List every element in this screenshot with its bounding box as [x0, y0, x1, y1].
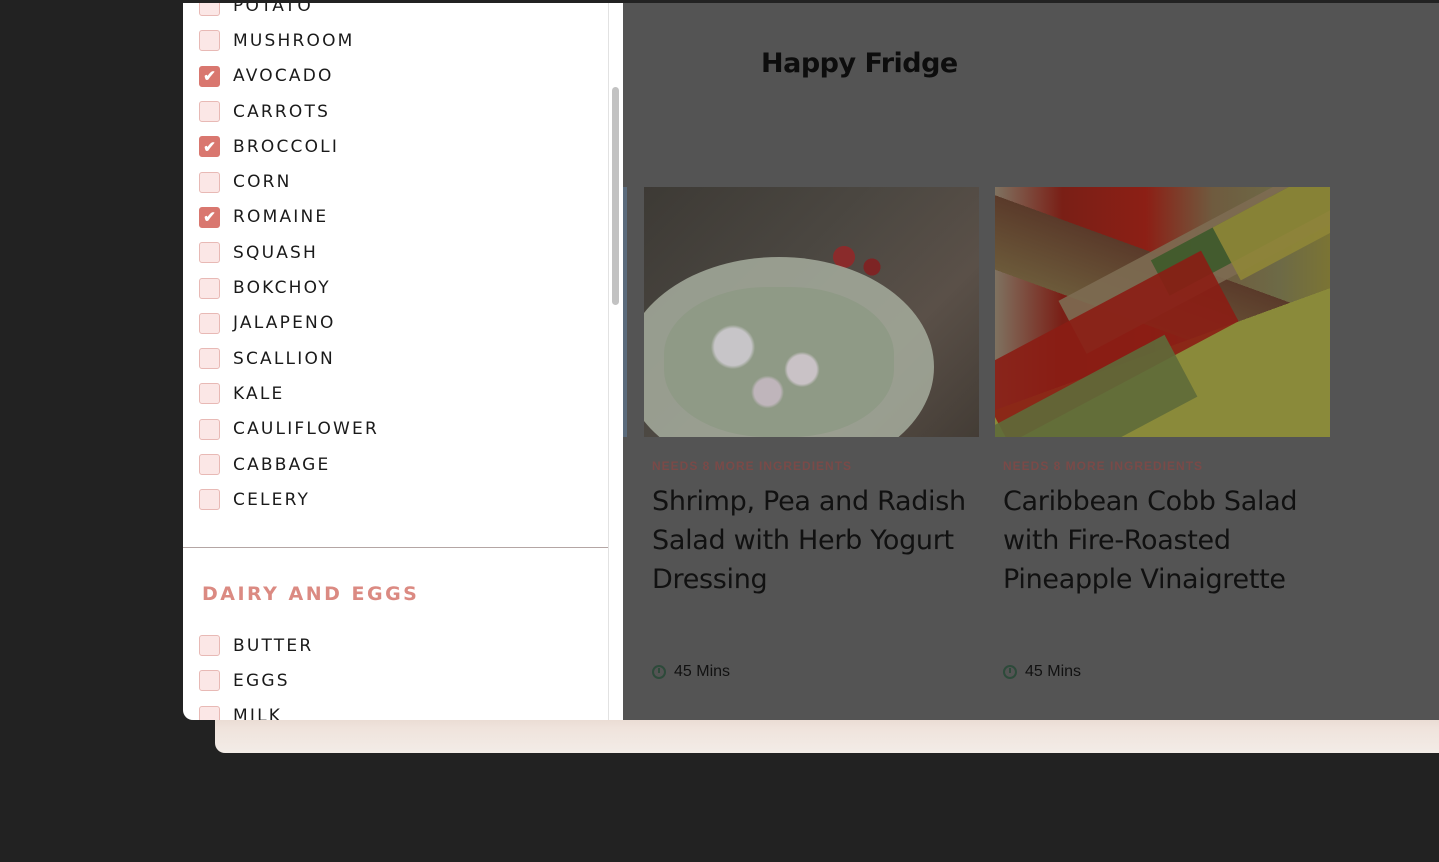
- checkbox[interactable]: [199, 670, 220, 692]
- time-label: 45 Mins: [674, 663, 731, 680]
- ingredient-label[interactable]: ROMAINE: [233, 207, 328, 227]
- ingredient-label[interactable]: SQUASH: [233, 243, 318, 263]
- ingredient-label[interactable]: EGGS: [233, 671, 290, 691]
- ingredient-label[interactable]: CORN: [233, 172, 292, 192]
- missing-ingredients-label: NEEDS 8 MORE INGREDIENTS: [652, 459, 853, 473]
- ingredient-filter-item[interactable]: ✔ AVOCADO: [199, 59, 379, 94]
- ingredient-filter-item[interactable]: CAULIFLOWER: [199, 412, 379, 447]
- recipe-card[interactable]: NEEDS 8 MORE INGREDIENTS Caribbean Cobb …: [995, 187, 1330, 680]
- checkbox[interactable]: [199, 348, 220, 370]
- ingredient-filter-item[interactable]: MUSHROOM: [199, 23, 379, 58]
- ingredient-label[interactable]: AVOCADO: [233, 66, 334, 86]
- ingredient-filter-item[interactable]: CARROTS: [199, 94, 379, 129]
- ingredient-label[interactable]: MUSHROOM: [233, 31, 355, 51]
- ingredient-filter-item[interactable]: ✔ ROMAINE: [199, 200, 379, 235]
- ingredient-filter-item[interactable]: SCALLION: [199, 341, 379, 376]
- checkbox-checked[interactable]: ✔: [199, 136, 220, 158]
- ingredient-filter-item[interactable]: SQUASH: [199, 235, 379, 270]
- checkbox[interactable]: [199, 383, 220, 405]
- ingredient-label[interactable]: BUTTER: [233, 636, 313, 656]
- ingredient-label[interactable]: BROCCOLI: [233, 137, 339, 157]
- recipe-card[interactable]: NEEDS 8 MORE INGREDIENTS Shrimp, Pea and…: [644, 187, 979, 680]
- recipe-time: 45 Mins: [1003, 663, 1081, 681]
- checkbox[interactable]: [199, 30, 220, 52]
- checkbox[interactable]: [199, 454, 220, 475]
- checkbox[interactable]: [199, 489, 220, 511]
- checkbox[interactable]: [199, 312, 220, 334]
- checkbox[interactable]: [199, 3, 220, 17]
- recipe-results-area: Happy Fridge NEEDS 8 MORE INGREDIENTS Sh…: [619, 3, 1439, 720]
- scrollbar-thumb[interactable]: [612, 87, 619, 305]
- ingredient-label[interactable]: BOKCHOY: [233, 278, 331, 298]
- app-window: Happy Fridge NEEDS 8 MORE INGREDIENTS Sh…: [183, 3, 1439, 720]
- ingredient-filter-item[interactable]: BOKCHOY: [199, 270, 379, 305]
- timer-icon: [652, 665, 666, 679]
- time-label: 45 Mins: [1025, 663, 1082, 680]
- recipe-image[interactable]: [995, 187, 1330, 437]
- checkbox[interactable]: [199, 418, 220, 440]
- vegetable-filter-list: POTATO MUSHROOM ✔ AVOCADO CARROTS ✔ BROCCOLI CO…: [199, 3, 379, 517]
- checkbox[interactable]: [199, 171, 220, 193]
- checkbox[interactable]: [199, 635, 220, 657]
- ingredient-label[interactable]: POTATO: [233, 3, 313, 16]
- ingredient-filter-panel: POTATO MUSHROOM ✔ AVOCADO CARROTS ✔ BROCCOLI CO…: [183, 3, 623, 720]
- ingredient-label[interactable]: CAULIFLOWER: [233, 419, 379, 439]
- ingredient-filter-item[interactable]: CABBAGE: [199, 447, 379, 482]
- ingredient-label[interactable]: JALAPENO: [233, 313, 336, 333]
- ingredient-filter-item[interactable]: MILK: [199, 699, 313, 720]
- recipe-title[interactable]: Shrimp, Pea and Radish Salad with Herb Y…: [652, 482, 979, 599]
- ingredient-label[interactable]: KALE: [233, 384, 285, 404]
- checkbox[interactable]: [199, 101, 220, 123]
- ingredient-filter-item[interactable]: BUTTER: [199, 628, 313, 663]
- missing-ingredients-label: NEEDS 8 MORE INGREDIENTS: [1003, 459, 1204, 473]
- checkbox-checked[interactable]: ✔: [199, 206, 220, 228]
- ingredient-label[interactable]: MILK: [233, 706, 282, 720]
- timer-icon: [1003, 665, 1017, 679]
- ingredient-label[interactable]: SCALLION: [233, 349, 335, 369]
- ingredient-filter-item[interactable]: JALAPENO: [199, 306, 379, 341]
- checkbox[interactable]: [199, 242, 220, 264]
- checkbox[interactable]: [199, 705, 220, 720]
- ingredient-filter-item[interactable]: ✔ BROCCOLI: [199, 129, 379, 164]
- dairy-filter-list: BUTTER EGGS MILK: [199, 628, 313, 720]
- checkbox-checked[interactable]: ✔: [199, 65, 220, 87]
- ingredient-filter-item[interactable]: CORN: [199, 164, 379, 199]
- recipe-image[interactable]: [644, 187, 979, 437]
- ingredient-filter-item[interactable]: POTATO: [199, 3, 379, 23]
- section-divider: [183, 547, 608, 548]
- ingredient-filter-item[interactable]: CELERY: [199, 482, 379, 517]
- checkbox[interactable]: [199, 277, 220, 299]
- ingredient-filter-item[interactable]: EGGS: [199, 663, 313, 698]
- ingredient-label[interactable]: CABBAGE: [233, 455, 330, 475]
- recipe-title[interactable]: Caribbean Cobb Salad with Fire-Roasted P…: [1003, 482, 1330, 599]
- ingredient-label[interactable]: CARROTS: [233, 102, 330, 122]
- ingredient-label[interactable]: CELERY: [233, 490, 310, 510]
- app-title: Happy Fridge: [761, 48, 958, 79]
- recipe-time: 45 Mins: [652, 663, 730, 681]
- section-heading-dairy: DAIRY AND EGGS: [202, 583, 420, 605]
- ingredient-filter-item[interactable]: KALE: [199, 376, 379, 411]
